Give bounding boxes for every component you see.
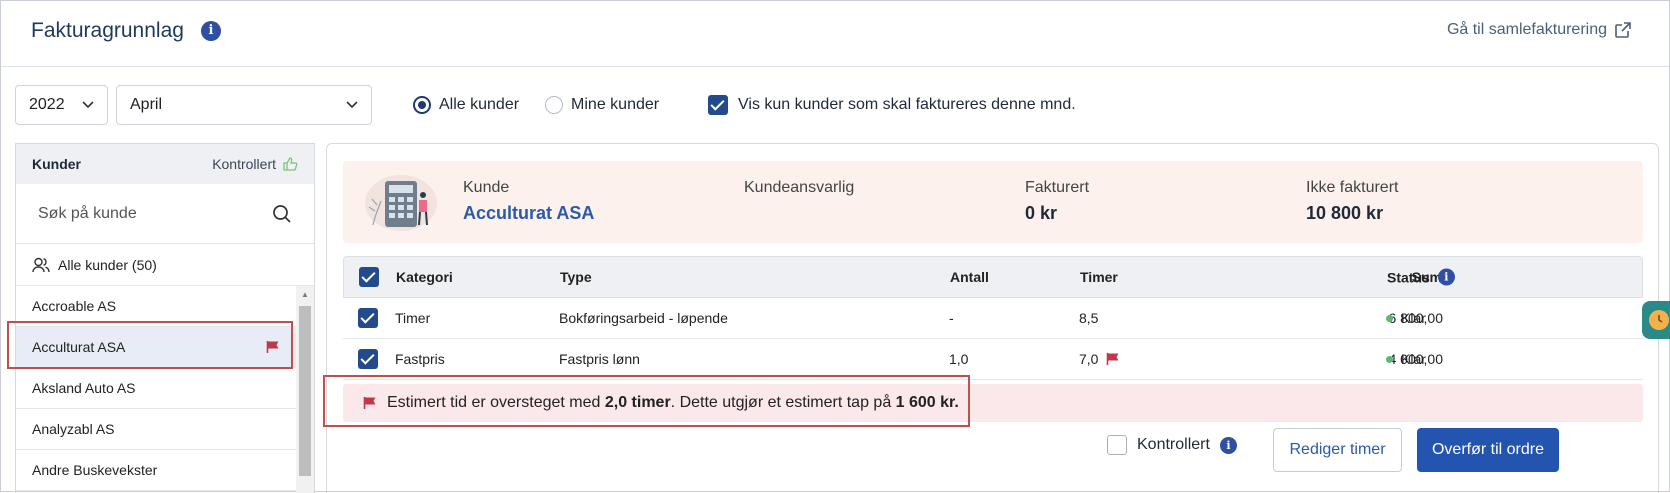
manager-label: Kundeansvarlig xyxy=(744,179,855,196)
info-icon[interactable]: i xyxy=(1219,436,1237,454)
thumbs-up-icon xyxy=(283,157,298,171)
customer-scope-radio-group: Alle kunder Mine kunder xyxy=(413,96,659,114)
customer-list-item[interactable]: Analyzabl AS xyxy=(16,409,296,450)
hours-value: 8,5 xyxy=(1079,310,1099,326)
row-hours: 7,0 xyxy=(1079,351,1120,367)
row-count: - xyxy=(949,310,954,326)
invoiced-column: Fakturert 0 kr xyxy=(1025,179,1089,224)
customer-panel-header: Kunder Kontrollert xyxy=(16,144,314,184)
year-select[interactable]: 2022 xyxy=(15,85,108,125)
collective-invoicing-link[interactable]: Gå til samlefakturering xyxy=(1447,21,1631,39)
customer-list: Accroable AS Acculturat ASA Aksland Auto… xyxy=(16,286,314,491)
row-checkbox[interactable] xyxy=(358,308,378,328)
clock-icon xyxy=(1649,310,1669,330)
customer-list-scrollbar[interactable]: ▲ xyxy=(296,286,314,493)
table-row: Fastpris Fastpris lønn 1,0 7,0 4 000,00 … xyxy=(343,339,1643,380)
status-header-label: Status xyxy=(1387,269,1430,285)
info-icon[interactable]: i xyxy=(201,21,221,41)
radio-all-label[interactable]: Alle kunder xyxy=(439,96,519,114)
controlled-filter[interactable]: Kontrollert xyxy=(212,156,298,172)
status-label: Klar xyxy=(1401,310,1426,326)
customer-list-item[interactable]: Andre Buskevekster xyxy=(16,450,296,491)
warning-highlight xyxy=(323,375,970,427)
search-icon[interactable] xyxy=(272,204,292,224)
selected-customer-highlight xyxy=(7,321,293,369)
invoice-lines-table: Kategori Type Antall Timer Sum Status i … xyxy=(343,256,1643,380)
row-category: Timer xyxy=(395,310,431,326)
column-type: Type xyxy=(560,269,592,285)
chevron-down-icon xyxy=(82,101,94,109)
manager-column: Kundeansvarlig xyxy=(744,179,854,197)
customers-heading: Kunder xyxy=(32,156,81,172)
customer-label: Kunde xyxy=(463,179,510,196)
status-label: Klar xyxy=(1401,351,1426,367)
column-hours: Timer xyxy=(1080,269,1118,285)
table-row: Timer Bokføringsarbeid - løpende - 8,5 6… xyxy=(343,298,1643,339)
invoiced-value: 0 kr xyxy=(1025,203,1058,223)
scroll-thumb[interactable] xyxy=(299,306,311,476)
external-link-icon xyxy=(1615,22,1631,38)
row-status: Klar xyxy=(1386,310,1426,326)
invoice-detail-panel: Kunde Acculturat ASA Kundeansvarlig Fakt… xyxy=(326,143,1659,493)
row-category: Fastpris xyxy=(395,351,445,367)
customer-search-input[interactable]: Søk på kunde xyxy=(16,184,314,244)
not-invoiced-label: Ikke fakturert xyxy=(1306,179,1399,196)
only-invoice-filter[interactable]: Vis kun kunder som skal faktureres denne… xyxy=(708,95,1076,115)
users-icon xyxy=(32,257,50,272)
controlled-footer-label: Kontrollert xyxy=(1137,436,1210,453)
column-status: Status i xyxy=(1387,268,1455,286)
only-invoice-label: Vis kun kunder som skal faktureres denne… xyxy=(738,96,1076,113)
customer-column: Kunde Acculturat ASA xyxy=(463,179,594,224)
flag-icon xyxy=(1107,353,1119,365)
invoiced-label: Fakturert xyxy=(1025,179,1090,196)
customer-name: Analyzabl AS xyxy=(32,421,115,437)
app-window: Fakturagrunnlag i Gå til samlefakturerin… xyxy=(0,0,1670,493)
calculator-illustration-icon xyxy=(365,175,437,231)
not-invoiced-column: Ikke fakturert 10 800 kr xyxy=(1306,179,1398,224)
only-invoice-checkbox[interactable] xyxy=(708,95,728,115)
month-value: April xyxy=(130,96,163,113)
page-title: Fakturagrunnlag xyxy=(31,19,184,42)
radio-mine-label[interactable]: Mine kunder xyxy=(571,96,659,114)
all-customers-item[interactable]: Alle kunder (50) xyxy=(16,244,314,286)
customer-name-link[interactable]: Acculturat ASA xyxy=(463,203,594,224)
not-invoiced-value: 10 800 kr xyxy=(1306,203,1384,223)
month-select[interactable]: April xyxy=(116,85,372,125)
row-type: Bokføringsarbeid - løpende xyxy=(559,310,728,326)
status-dot-icon xyxy=(1386,314,1393,322)
scroll-up-arrow-icon[interactable]: ▲ xyxy=(301,290,309,299)
page-header: Fakturagrunnlag i Gå til samlefakturerin… xyxy=(1,1,1669,67)
controlled-label: Kontrollert xyxy=(212,156,276,172)
column-category: Kategori xyxy=(396,269,453,285)
edit-hours-button[interactable]: Rediger timer xyxy=(1273,428,1402,472)
all-customers-label: Alle kunder (50) xyxy=(58,256,157,273)
collective-link-label: Gå til samlefakturering xyxy=(1446,21,1607,38)
row-type: Fastpris lønn xyxy=(559,351,640,367)
customer-name: Aksland Auto AS xyxy=(32,380,136,396)
customer-name: Accroable AS xyxy=(32,298,117,314)
column-count: Antall xyxy=(950,269,989,285)
controlled-checkbox[interactable] xyxy=(1107,435,1127,455)
side-timer-tab[interactable] xyxy=(1642,301,1670,339)
search-placeholder: Søk på kunde xyxy=(38,204,137,222)
customer-summary-card: Kunde Acculturat ASA Kundeansvarlig Fakt… xyxy=(343,161,1643,243)
status-dot-icon xyxy=(1386,355,1393,363)
select-all-checkbox[interactable] xyxy=(359,267,379,287)
radio-all-customers[interactable] xyxy=(413,96,431,114)
year-value: 2022 xyxy=(29,96,65,113)
info-icon[interactable]: i xyxy=(1437,268,1455,286)
row-status: Klar xyxy=(1386,351,1426,367)
controlled-toggle[interactable]: Kontrollert i xyxy=(1107,435,1237,455)
customer-name: Andre Buskevekster xyxy=(32,462,158,478)
radio-my-customers[interactable] xyxy=(545,96,564,114)
hours-value: 7,0 xyxy=(1079,351,1099,367)
row-hours: 8,5 xyxy=(1079,310,1098,326)
transfer-to-order-button[interactable]: Overfør til ordre xyxy=(1417,428,1559,472)
row-count: 1,0 xyxy=(949,351,969,367)
table-header-row: Kategori Type Antall Timer Sum Status i xyxy=(343,256,1643,298)
customer-panel: Kunder Kontrollert Søk på kunde Alle kun… xyxy=(15,143,315,493)
chevron-down-icon xyxy=(346,101,358,109)
customer-list-item[interactable]: Aksland Auto AS xyxy=(16,368,296,409)
row-checkbox[interactable] xyxy=(358,349,378,369)
